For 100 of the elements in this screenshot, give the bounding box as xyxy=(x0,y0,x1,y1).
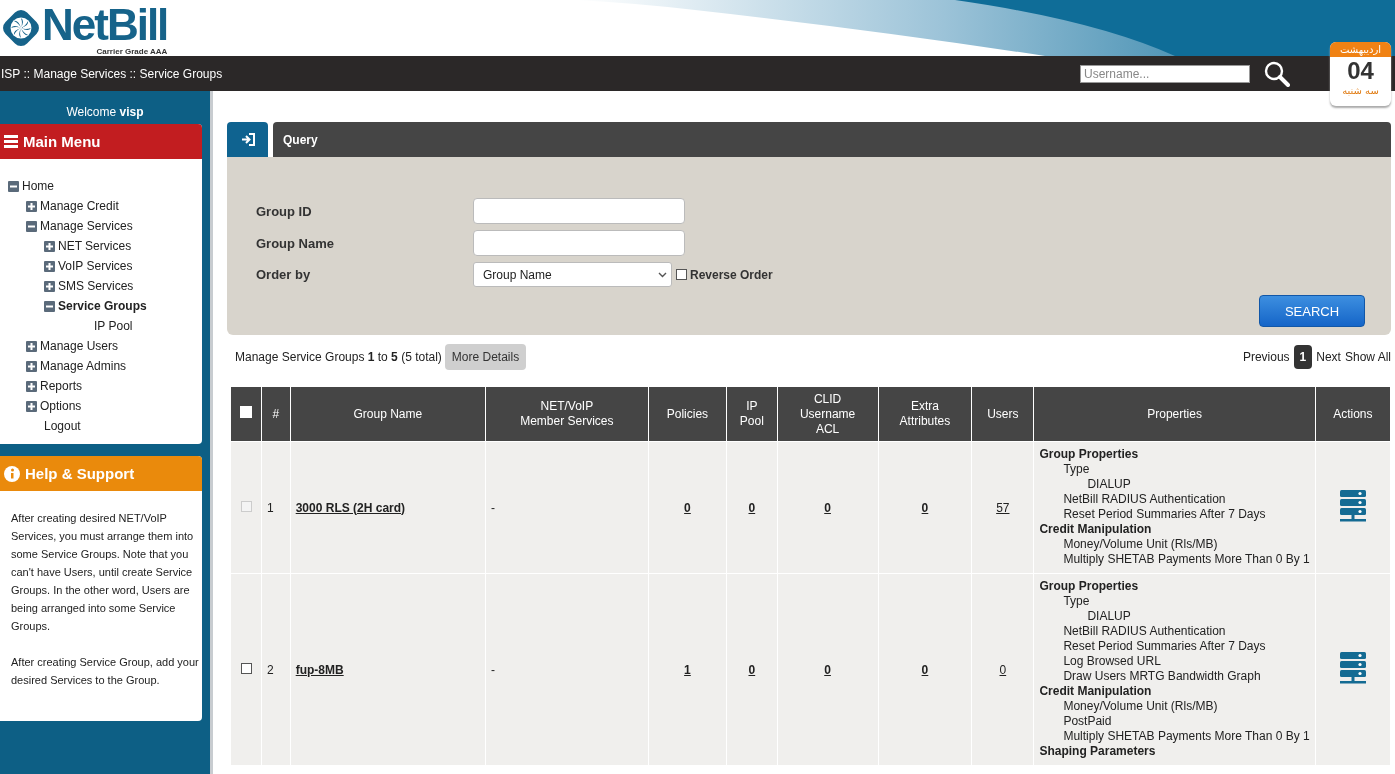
previous-link[interactable]: Previous xyxy=(1242,350,1290,364)
property-item: NetBill RADIUS Authentication xyxy=(1062,492,1227,507)
count-link[interactable]: 0 xyxy=(921,662,929,677)
users-count-link[interactable]: 0 xyxy=(999,662,1007,677)
property-item: Type xyxy=(1062,594,1091,609)
count-link[interactable]: 0 xyxy=(748,662,756,677)
menu-item[interactable]: NET Services xyxy=(58,239,132,253)
field-label: Order by xyxy=(256,267,312,282)
collapse-icon[interactable] xyxy=(26,220,37,232)
column-header: # xyxy=(261,386,291,442)
menu-item[interactable]: Home xyxy=(22,179,54,193)
menu-item[interactable]: Service Groups xyxy=(58,299,147,313)
field-label: Group ID xyxy=(256,203,313,219)
menu-item[interactable]: Manage Users xyxy=(40,339,119,353)
column-header: IP Pool xyxy=(726,386,777,442)
column-header: CLID Username ACL xyxy=(777,386,879,442)
column-header: Extra Attributes xyxy=(878,386,972,442)
menu-item[interactable]: Logout xyxy=(44,419,81,433)
collapse-query-button[interactable] xyxy=(227,122,268,157)
help-text: After creating desired NET/VoIP Services, you must arrange them into some Service Groups. Note that you can't have Users, until create Service Groups. In the other word, Users are being arranged into some Service Groups. xyxy=(11,511,195,634)
count-link[interactable]: 0 xyxy=(824,662,831,677)
text-field[interactable] xyxy=(473,198,685,224)
collapse-icon[interactable] xyxy=(44,300,55,312)
group-name-link[interactable]: fup-8MB xyxy=(295,662,344,677)
property-item: Type xyxy=(1062,462,1091,477)
info-icon xyxy=(4,465,20,482)
property-item: PostPaid xyxy=(1062,714,1113,729)
page-link[interactable]: 1 xyxy=(1293,345,1313,369)
order-by-dropdown[interactable]: Group Name xyxy=(473,262,672,287)
property-heading: Group Properties xyxy=(1039,579,1140,594)
property-heading: Group Properties xyxy=(1039,447,1140,462)
login-arrow-icon xyxy=(240,133,255,146)
show-all-link[interactable]: Show All xyxy=(1344,350,1391,364)
property-item: Reset Period Summaries After 7 Days xyxy=(1062,639,1267,654)
count-link[interactable]: 1 xyxy=(684,662,691,677)
table-cell: 1 xyxy=(261,441,291,574)
next-link[interactable]: Next xyxy=(1316,350,1341,364)
collapse-icon[interactable] xyxy=(8,180,19,192)
expand-icon[interactable] xyxy=(26,380,37,392)
search-button[interactable]: SEARCH xyxy=(1259,295,1365,327)
logo-tagline: Carrier Grade AAA xyxy=(96,47,168,56)
menu-item[interactable]: IP Pool xyxy=(94,319,133,333)
column-header: NET/VoIP Member Services xyxy=(485,386,649,442)
menu-item[interactable]: Manage Credit xyxy=(40,199,119,213)
property-heading: Credit Manipulation xyxy=(1039,522,1153,537)
chevron-down-icon xyxy=(658,271,667,278)
expand-icon[interactable] xyxy=(26,200,37,212)
server-icon[interactable] xyxy=(1338,651,1367,685)
menu-icon xyxy=(4,135,18,148)
query-title: Query xyxy=(283,132,318,147)
breadcrumb: ISP :: Manage Services :: Service Groups xyxy=(1,66,223,81)
table-cell: - xyxy=(485,573,649,766)
field-label: Group Name xyxy=(256,235,335,251)
column-header: Actions xyxy=(1315,386,1391,442)
search-icon[interactable] xyxy=(1264,60,1290,87)
expand-icon[interactable] xyxy=(44,260,55,272)
help-support-title: Help & Support xyxy=(25,465,135,482)
property-item: Multiply SHETAB Payments More Than 0 By 1 xyxy=(1062,729,1310,744)
results-summary: Manage Service Groups 1 to 5 (5 total) xyxy=(235,350,442,364)
menu-item[interactable]: Manage Services xyxy=(40,219,133,233)
text-field[interactable] xyxy=(473,230,685,256)
property-item: DIALUP xyxy=(1086,477,1132,492)
select-all-checkbox[interactable] xyxy=(240,406,252,418)
menu-item[interactable]: Options xyxy=(40,399,82,413)
column-header: Policies xyxy=(648,386,727,442)
property-item: Money/Volume Unit (Rls/MB) xyxy=(1062,699,1219,714)
calendar-month: اردیبهشت xyxy=(1330,42,1391,57)
property-item: Reset Period Summaries After 7 Days xyxy=(1062,507,1267,522)
expand-icon[interactable] xyxy=(44,280,55,292)
column-header: Users xyxy=(971,386,1034,442)
menu-item[interactable]: SMS Services xyxy=(58,279,134,293)
logo-wordmark: NetBill xyxy=(42,2,168,47)
property-item: Draw Users MRTG Bandwidth Graph xyxy=(1062,669,1262,684)
property-item: DIALUP xyxy=(1086,609,1132,624)
expand-icon[interactable] xyxy=(44,240,55,252)
server-icon[interactable] xyxy=(1338,489,1367,523)
main-menu-title: Main Menu xyxy=(23,133,101,150)
menu-item[interactable]: VoIP Services xyxy=(58,259,133,273)
row-checkbox[interactable] xyxy=(240,662,252,674)
expand-icon[interactable] xyxy=(26,340,37,352)
checkbox[interactable] xyxy=(676,269,687,280)
help-text: After creating Service Group, add your desired Services to the Group. xyxy=(11,655,200,688)
welcome-text: Welcome visp xyxy=(65,104,145,121)
expand-icon[interactable] xyxy=(26,400,37,412)
username-search-field[interactable]: Username... xyxy=(1080,64,1250,83)
menu-item[interactable]: Manage Admins xyxy=(40,359,127,373)
table-cell: - xyxy=(485,441,649,574)
calendar-weekday: سه شنبه xyxy=(1342,85,1379,96)
column-header: Properties xyxy=(1033,386,1316,442)
checkbox-label: Reverse Order xyxy=(690,267,773,282)
expand-icon[interactable] xyxy=(26,360,37,372)
menu-item[interactable]: Reports xyxy=(40,379,83,393)
property-item: Money/Volume Unit (Rls/MB) xyxy=(1062,537,1219,552)
calendar-day: 04 xyxy=(1347,57,1374,85)
more-details-button[interactable]: More Details xyxy=(444,344,527,370)
property-heading: Credit Manipulation xyxy=(1039,684,1153,699)
property-item: NetBill RADIUS Authentication xyxy=(1062,624,1227,639)
property-item: Log Browsed URL xyxy=(1062,654,1162,669)
property-item: Multiply SHETAB Payments More Than 0 By 1 xyxy=(1062,552,1310,567)
table-cell: 2 xyxy=(261,573,291,766)
